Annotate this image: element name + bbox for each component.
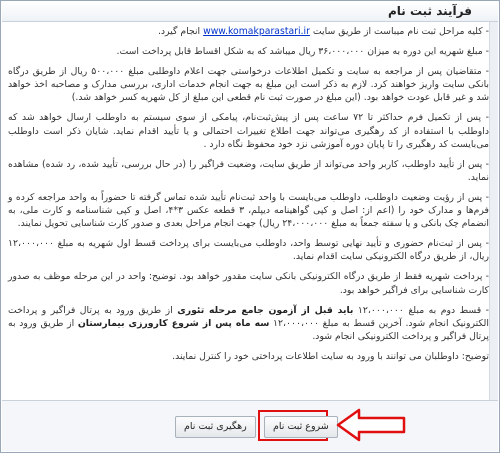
- panel-title: فرآیند ثبت نام: [387, 4, 472, 18]
- registration-content: - کلیه مراحل ثبت نام میباست از طریق سایت…: [8, 25, 489, 396]
- panel-header: فرآیند ثبت نام: [2, 2, 498, 22]
- red-arrow-icon: [336, 408, 406, 442]
- panel-footer: شروع ثبت نام رهگیری ثبت نام: [2, 400, 498, 451]
- site-link[interactable]: www.komakparastari.ir: [203, 26, 310, 37]
- paragraph-3: - متقاضیان پس از مراجعه به سایت و تکمیل …: [8, 66, 489, 104]
- paragraph-4: - پس از تکمیل فرم حداکثر تا ۷۲ ساعت پس ا…: [8, 112, 489, 150]
- paragraph-7: - پس از ثبت‌نام حضوری و تأیید نهایی توسط…: [8, 238, 489, 263]
- track-registration-button[interactable]: رهگیری ثبت نام: [175, 416, 256, 438]
- paragraph-1: - کلیه مراحل ثبت نام میباست از طریق سایت…: [157, 26, 489, 37]
- start-registration-button[interactable]: شروع ثبت نام: [264, 416, 338, 438]
- paragraph-10: توضیح: داوطلبان می توانند با ورود به سای…: [172, 350, 489, 362]
- paragraph-8: - پرداخت شهریه فقط از طریق درگاه الکترون…: [8, 271, 489, 296]
- paragraph-6: - پس از رؤیت وضعیت داوطلب، داوطلب می‌بای…: [8, 191, 489, 230]
- paragraph-5: - پس از تأیید داوطلب، کاربر واحد می‌توان…: [8, 158, 489, 183]
- registration-panel: فرآیند ثبت نام - کلیه مراحل ثبت نام میبا…: [0, 0, 500, 453]
- paragraph-2: - مبلغ شهریه این دوره به میزان ۳۶،۰۰۰،۰۰…: [116, 46, 489, 58]
- paragraph-9: - قسط دوم به مبلغ ۱۲،۰۰۰،۰۰۰ باید قبل از…: [8, 304, 489, 342]
- scrollbar[interactable]: [489, 22, 498, 400]
